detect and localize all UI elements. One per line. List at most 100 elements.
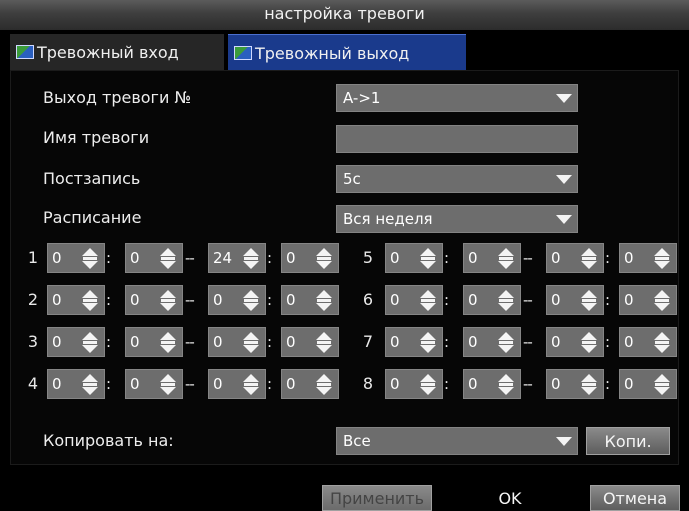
time-spinner-end-m[interactable]: 0 bbox=[281, 327, 339, 357]
time-spinner-end-h[interactable]: 0 bbox=[546, 327, 604, 357]
schedule-select[interactable]: Вся неделя bbox=[336, 205, 578, 233]
arrow-up-icon[interactable] bbox=[316, 332, 332, 340]
chevron-down-icon[interactable] bbox=[551, 206, 577, 232]
arrow-up-icon[interactable] bbox=[498, 248, 514, 256]
copy-button[interactable]: Копи. bbox=[586, 427, 670, 455]
time-spinner-end-h[interactable]: 0 bbox=[546, 243, 604, 273]
time-spinner-end-h[interactable]: 0 bbox=[208, 327, 266, 357]
arrow-up-icon[interactable] bbox=[498, 374, 514, 382]
spinner-arrows-icon[interactable] bbox=[160, 290, 176, 312]
arrow-up-icon[interactable] bbox=[498, 332, 514, 340]
arrow-up-icon[interactable] bbox=[420, 290, 436, 298]
spinner-arrows-icon[interactable] bbox=[498, 332, 514, 354]
arrow-up-icon[interactable] bbox=[316, 248, 332, 256]
spinner-arrows-icon[interactable] bbox=[160, 374, 176, 396]
spinner-arrows-icon[interactable] bbox=[420, 332, 436, 354]
arrow-up-icon[interactable] bbox=[654, 332, 670, 340]
spinner-arrows-icon[interactable] bbox=[160, 248, 176, 270]
arrow-up-icon[interactable] bbox=[82, 374, 98, 382]
arrow-down-icon[interactable] bbox=[420, 345, 436, 353]
arrow-down-icon[interactable] bbox=[654, 345, 670, 353]
spinner-arrows-icon[interactable] bbox=[420, 290, 436, 312]
arrow-down-icon[interactable] bbox=[654, 261, 670, 269]
arrow-down-icon[interactable] bbox=[316, 261, 332, 269]
arrow-up-icon[interactable] bbox=[82, 332, 98, 340]
arrow-up-icon[interactable] bbox=[160, 332, 176, 340]
alarm-output-select[interactable]: A->1 bbox=[336, 84, 578, 112]
spinner-arrows-icon[interactable] bbox=[316, 332, 332, 354]
arrow-down-icon[interactable] bbox=[581, 387, 597, 395]
arrow-down-icon[interactable] bbox=[498, 303, 514, 311]
arrow-up-icon[interactable] bbox=[243, 332, 259, 340]
time-spinner-start-h[interactable]: 0 bbox=[385, 243, 443, 273]
spinner-arrows-icon[interactable] bbox=[160, 332, 176, 354]
arrow-down-icon[interactable] bbox=[581, 261, 597, 269]
time-spinner-end-m[interactable]: 0 bbox=[619, 327, 677, 357]
spinner-arrows-icon[interactable] bbox=[82, 248, 98, 270]
arrow-up-icon[interactable] bbox=[420, 332, 436, 340]
spinner-arrows-icon[interactable] bbox=[316, 248, 332, 270]
time-spinner-end-m[interactable]: 0 bbox=[619, 243, 677, 273]
spinner-arrows-icon[interactable] bbox=[82, 332, 98, 354]
arrow-down-icon[interactable] bbox=[654, 303, 670, 311]
apply-button[interactable]: Применить bbox=[322, 485, 432, 511]
time-spinner-end-h[interactable]: 0 bbox=[546, 369, 604, 399]
tab-alarm-output[interactable]: Тревожный выход bbox=[228, 34, 466, 71]
arrow-down-icon[interactable] bbox=[82, 387, 98, 395]
arrow-up-icon[interactable] bbox=[498, 290, 514, 298]
time-spinner-end-h[interactable]: 0 bbox=[208, 285, 266, 315]
arrow-down-icon[interactable] bbox=[82, 261, 98, 269]
spinner-arrows-icon[interactable] bbox=[581, 332, 597, 354]
time-spinner-end-h[interactable]: 24 bbox=[208, 243, 266, 273]
copy-to-select[interactable]: Все bbox=[336, 427, 578, 455]
spinner-arrows-icon[interactable] bbox=[316, 374, 332, 396]
arrow-up-icon[interactable] bbox=[82, 248, 98, 256]
arrow-down-icon[interactable] bbox=[498, 345, 514, 353]
arrow-up-icon[interactable] bbox=[420, 248, 436, 256]
spinner-arrows-icon[interactable] bbox=[498, 248, 514, 270]
time-spinner-end-m[interactable]: 0 bbox=[619, 369, 677, 399]
arrow-down-icon[interactable] bbox=[82, 345, 98, 353]
arrow-down-icon[interactable] bbox=[243, 387, 259, 395]
chevron-down-icon[interactable] bbox=[551, 166, 577, 192]
time-spinner-start-h[interactable]: 0 bbox=[47, 243, 105, 273]
spinner-arrows-icon[interactable] bbox=[316, 290, 332, 312]
time-spinner-start-h[interactable]: 0 bbox=[385, 369, 443, 399]
spinner-arrows-icon[interactable] bbox=[82, 374, 98, 396]
alarm-name-input[interactable] bbox=[336, 125, 578, 153]
arrow-down-icon[interactable] bbox=[420, 261, 436, 269]
spinner-arrows-icon[interactable] bbox=[654, 332, 670, 354]
chevron-down-icon[interactable] bbox=[551, 428, 577, 454]
arrow-up-icon[interactable] bbox=[82, 290, 98, 298]
spinner-arrows-icon[interactable] bbox=[243, 374, 259, 396]
spinner-arrows-icon[interactable] bbox=[654, 290, 670, 312]
spinner-arrows-icon[interactable] bbox=[581, 248, 597, 270]
arrow-down-icon[interactable] bbox=[420, 303, 436, 311]
time-spinner-start-m[interactable]: 0 bbox=[125, 243, 183, 273]
arrow-down-icon[interactable] bbox=[160, 345, 176, 353]
time-spinner-end-m[interactable]: 0 bbox=[619, 285, 677, 315]
spinner-arrows-icon[interactable] bbox=[654, 248, 670, 270]
chevron-down-icon[interactable] bbox=[551, 85, 577, 111]
arrow-down-icon[interactable] bbox=[654, 387, 670, 395]
spinner-arrows-icon[interactable] bbox=[243, 290, 259, 312]
arrow-up-icon[interactable] bbox=[243, 290, 259, 298]
time-spinner-start-h[interactable]: 0 bbox=[385, 285, 443, 315]
arrow-down-icon[interactable] bbox=[160, 303, 176, 311]
spinner-arrows-icon[interactable] bbox=[243, 332, 259, 354]
arrow-down-icon[interactable] bbox=[160, 261, 176, 269]
spinner-arrows-icon[interactable] bbox=[420, 248, 436, 270]
arrow-up-icon[interactable] bbox=[581, 248, 597, 256]
spinner-arrows-icon[interactable] bbox=[420, 374, 436, 396]
arrow-up-icon[interactable] bbox=[420, 374, 436, 382]
arrow-up-icon[interactable] bbox=[243, 248, 259, 256]
arrow-down-icon[interactable] bbox=[243, 345, 259, 353]
spinner-arrows-icon[interactable] bbox=[243, 248, 259, 270]
time-spinner-end-m[interactable]: 0 bbox=[281, 285, 339, 315]
time-spinner-start-m[interactable]: 0 bbox=[125, 327, 183, 357]
arrow-up-icon[interactable] bbox=[160, 290, 176, 298]
tab-alarm-input[interactable]: Тревожный вход bbox=[10, 34, 224, 70]
arrow-down-icon[interactable] bbox=[316, 387, 332, 395]
time-spinner-end-m[interactable]: 0 bbox=[281, 243, 339, 273]
spinner-arrows-icon[interactable] bbox=[581, 290, 597, 312]
